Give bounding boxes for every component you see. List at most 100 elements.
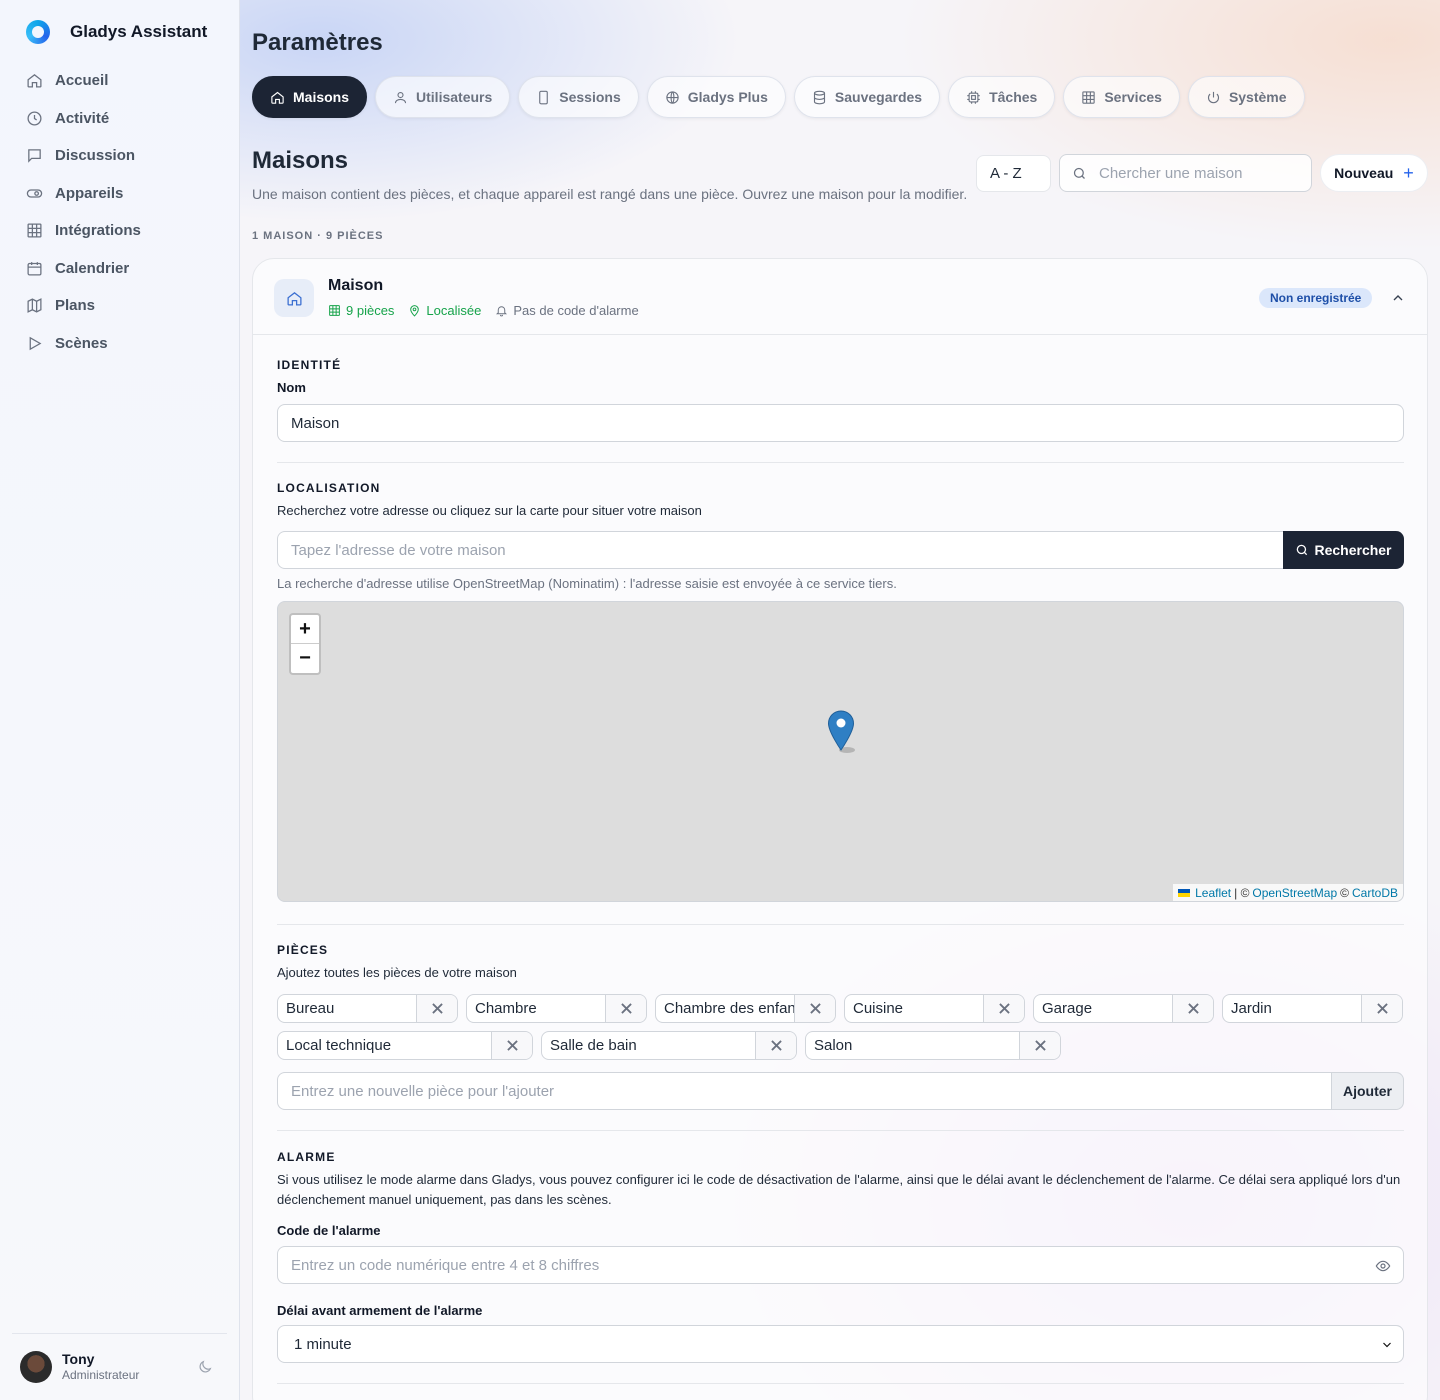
alarm-delay-label: Délai avant armement de l'alarme <box>277 1303 483 1318</box>
remove-room-button[interactable] <box>417 995 457 1022</box>
alarm-delay-value: 1 minute <box>294 1335 352 1353</box>
map-marker-icon[interactable] <box>827 710 855 754</box>
location-help: Recherchez votre adresse ou cliquez sur … <box>277 503 702 518</box>
address-input[interactable] <box>277 531 1284 569</box>
tab-sauvegardes[interactable]: Sauvegardes <box>793 76 941 118</box>
user-icon <box>394 91 407 103</box>
room-name[interactable]: Local technique <box>278 1032 492 1059</box>
grid-icon <box>329 305 340 316</box>
alarm-delay-select[interactable]: 1 minute <box>277 1325 1404 1363</box>
zoom-in-button[interactable]: + <box>291 615 319 644</box>
cpu-icon <box>967 90 980 104</box>
house-card-header[interactable]: Maison 9 pièces Localisée Pas de code d'… <box>253 259 1427 335</box>
sidebar-item-accueil[interactable]: Accueil <box>14 62 226 100</box>
add-room-button[interactable]: Ajouter <box>1331 1072 1404 1110</box>
grid-icon <box>27 223 42 238</box>
tab-taches[interactable]: Tâches <box>948 76 1056 118</box>
location-status: Localisée <box>426 303 482 318</box>
close-icon <box>1187 1003 1199 1014</box>
tab-label: Tâches <box>989 89 1038 105</box>
room-name[interactable]: Salle de bain <box>542 1032 756 1059</box>
house-name-input[interactable] <box>277 404 1404 442</box>
room-name[interactable]: Bureau <box>278 995 417 1022</box>
room-name[interactable]: Garage <box>1034 995 1173 1022</box>
leaflet-link[interactable]: Leaflet <box>1195 886 1231 900</box>
brand[interactable]: Gladys Assistant <box>26 20 207 44</box>
divider <box>277 1130 1404 1131</box>
sidebar: Gladys Assistant Accueil Activité Discus… <box>0 0 240 1400</box>
sidebar-item-integrations[interactable]: Intégrations <box>14 212 226 250</box>
close-icon <box>620 1003 632 1014</box>
tab-sessions[interactable]: Sessions <box>518 76 639 118</box>
toggle-icon <box>26 189 43 198</box>
chat-icon <box>28 149 41 163</box>
alarm-code-input[interactable] <box>278 1247 1338 1283</box>
room-chip: Jardin <box>1222 994 1403 1023</box>
page-title: Paramètres <box>252 29 383 56</box>
sidebar-item-calendrier[interactable]: Calendrier <box>14 250 226 288</box>
tab-utilisateurs[interactable]: Utilisateurs <box>375 76 511 118</box>
sort-select[interactable]: A - Z <box>976 155 1051 192</box>
house-counts: 1 MAISON · 9 PIÈCES <box>252 230 384 242</box>
user-profile[interactable]: Tony Administrateur <box>12 1333 227 1399</box>
remove-room-button[interactable] <box>1362 995 1402 1022</box>
address-search-button[interactable]: Rechercher <box>1283 531 1404 569</box>
search-icon <box>1073 167 1085 179</box>
show-code-button[interactable] <box>1375 1258 1391 1274</box>
tab-label: Services <box>1104 89 1162 105</box>
moon-icon[interactable] <box>197 1359 213 1375</box>
tab-services[interactable]: Services <box>1063 76 1180 118</box>
remove-room-button[interactable] <box>756 1032 796 1059</box>
calendar-icon <box>27 261 42 276</box>
room-name[interactable]: Jardin <box>1223 995 1362 1022</box>
tab-gladys-plus[interactable]: Gladys Plus <box>646 76 786 118</box>
remove-room-button[interactable] <box>1173 995 1213 1022</box>
room-name[interactable]: Chambre <box>467 995 606 1022</box>
user-role: Administrateur <box>62 1368 140 1382</box>
alarm-help-line2: déclenchement manuel uniquement, pas dan… <box>277 1192 612 1207</box>
sidebar-item-label: Scènes <box>55 334 108 352</box>
tab-maisons[interactable]: Maisons <box>252 76 368 118</box>
sidebar-item-discussion[interactable]: Discussion <box>14 137 226 175</box>
settings-tabs: Maisons Utilisateurs Sessions Gladys Plu… <box>252 76 1305 118</box>
room-name[interactable]: Chambre des enfan <box>656 995 795 1022</box>
zoom-control: + − <box>289 613 321 675</box>
collapse-button[interactable] <box>1390 290 1406 306</box>
rooms-heading: PIÈCES <box>277 943 329 957</box>
zoom-out-button[interactable]: − <box>291 644 319 673</box>
user-name: Tony <box>62 1351 95 1367</box>
room-chip: Chambre des enfan <box>655 994 836 1023</box>
sidebar-item-scenes[interactable]: Scènes <box>14 325 226 363</box>
app-name: Gladys Assistant <box>70 22 208 41</box>
sidebar-item-activite[interactable]: Activité <box>14 100 226 138</box>
sidebar-item-appareils[interactable]: Appareils <box>14 175 226 213</box>
remove-room-button[interactable] <box>492 1032 532 1059</box>
sidebar-item-label: Plans <box>55 297 96 315</box>
power-icon <box>1207 91 1219 103</box>
location-heading: LOCALISATION <box>277 481 381 495</box>
sidebar-item-label: Intégrations <box>55 222 141 240</box>
remove-room-button[interactable] <box>795 995 835 1022</box>
house-search[interactable] <box>1059 154 1312 192</box>
close-icon <box>1034 1040 1046 1051</box>
room-name[interactable]: Cuisine <box>845 995 984 1022</box>
sidebar-item-plans[interactable]: Plans <box>14 287 226 325</box>
room-name[interactable]: Salon <box>806 1032 1020 1059</box>
map[interactable]: + − Leaflet | © OpenStreetMap © CartoDB <box>277 601 1404 902</box>
room-chip: Local technique <box>277 1031 533 1060</box>
address-note: La recherche d'adresse utilise OpenStree… <box>277 576 897 591</box>
new-house-button[interactable]: Nouveau + <box>1320 154 1428 192</box>
attribution-copy: © <box>1340 885 1349 900</box>
remove-room-button[interactable] <box>1020 1032 1060 1059</box>
tab-systeme[interactable]: Système <box>1187 76 1305 118</box>
carto-link[interactable]: CartoDB <box>1352 886 1398 900</box>
new-room-input[interactable] <box>277 1072 1332 1110</box>
osm-link[interactable]: OpenStreetMap <box>1252 886 1337 900</box>
house-search-input[interactable] <box>1099 164 1299 182</box>
search-icon <box>1297 544 1308 556</box>
tab-label: Utilisateurs <box>416 89 493 105</box>
remove-room-button[interactable] <box>984 995 1024 1022</box>
close-icon <box>770 1040 782 1051</box>
remove-room-button[interactable] <box>606 995 646 1022</box>
ukraine-flag-icon <box>1178 888 1191 897</box>
